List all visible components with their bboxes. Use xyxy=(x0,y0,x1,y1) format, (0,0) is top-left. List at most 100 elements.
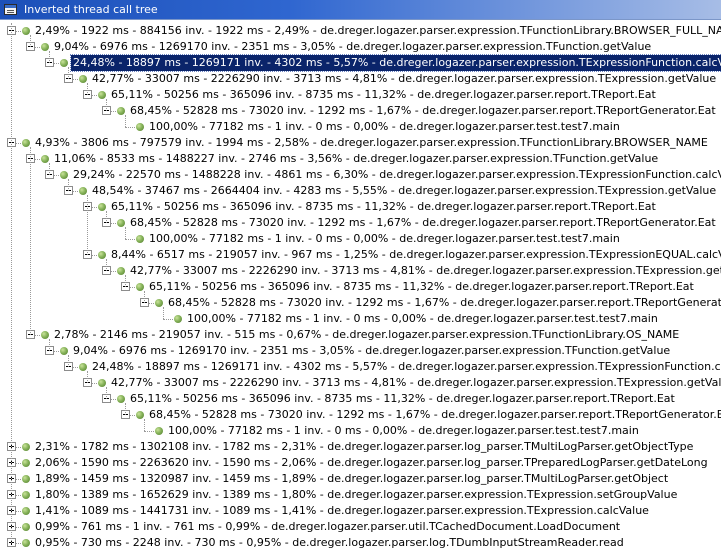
method-node-icon xyxy=(98,203,106,211)
tree-node-label[interactable]: 0,95% - 730 ms - 2248 inv. - 730 ms - 0,… xyxy=(33,535,626,551)
tree-row[interactable]: 2,06% - 1590 ms - 2263620 inv. - 1590 ms… xyxy=(0,455,721,471)
tree-node-label[interactable]: 4,93% - 3806 ms - 797579 inv. - 1994 ms … xyxy=(33,135,710,151)
tree-row[interactable]: 4,93% - 3806 ms - 797579 inv. - 1994 ms … xyxy=(0,135,721,151)
tree-node-label[interactable]: 65,11% - 50256 ms - 365096 inv. - 8735 m… xyxy=(109,199,658,215)
tree-row[interactable]: 1,89% - 1459 ms - 1320987 inv. - 1459 ms… xyxy=(0,471,721,487)
method-node-icon xyxy=(136,411,144,419)
method-node-icon xyxy=(136,235,144,243)
tree-guide-line xyxy=(163,307,164,319)
tree-node-label[interactable]: 65,11% - 50256 ms - 365096 inv. - 8735 m… xyxy=(147,279,696,295)
tree-row[interactable]: 24,48% - 18897 ms - 1269171 inv. - 4302 … xyxy=(0,359,721,375)
method-node-icon xyxy=(174,315,182,323)
method-node-icon xyxy=(117,219,125,227)
tree-guide-line xyxy=(144,419,145,431)
tree-row[interactable]: 2,31% - 1782 ms - 1302108 inv. - 1782 ms… xyxy=(0,439,721,455)
tree-row[interactable]: 100,00% - 77182 ms - 1 inv. - 0 ms - 0,0… xyxy=(0,311,721,327)
tree-row[interactable]: 9,04% - 6976 ms - 1269170 inv. - 2351 ms… xyxy=(0,343,721,359)
tree-node-label[interactable]: 2,31% - 1782 ms - 1302108 inv. - 1782 ms… xyxy=(33,439,695,455)
tree-row[interactable]: 11,06% - 8533 ms - 1488227 inv. - 2746 m… xyxy=(0,151,721,167)
method-node-icon xyxy=(22,459,30,467)
tree-node-label[interactable]: 2,06% - 1590 ms - 2263620 inv. - 1590 ms… xyxy=(33,455,710,471)
tree-node-label[interactable]: 11,06% - 8533 ms - 1488227 inv. - 2746 m… xyxy=(52,151,660,167)
tree-node-label[interactable]: 65,11% - 50256 ms - 365096 inv. - 8735 m… xyxy=(128,391,677,407)
tree-node-label[interactable]: 100,00% - 77182 ms - 1 inv. - 0 ms - 0,0… xyxy=(185,311,660,327)
tree-guide-line xyxy=(106,259,107,271)
tree-row[interactable]: 65,11% - 50256 ms - 365096 inv. - 8735 m… xyxy=(0,391,721,407)
tree-guide-line xyxy=(144,291,145,303)
tree-connector xyxy=(125,127,135,128)
tree-node-label[interactable]: 42,77% - 33007 ms - 2226290 inv. - 3713 … xyxy=(128,263,721,279)
call-tree[interactable]: 2,49% - 1922 ms - 884156 inv. - 1922 ms … xyxy=(0,23,721,553)
tree-node-label[interactable]: 24,48% - 18897 ms - 1269171 inv. - 4302 … xyxy=(70,54,721,72)
tree-node-label[interactable]: 42,77% - 33007 ms - 2226290 inv. - 3713 … xyxy=(109,375,721,391)
tree-guide-line xyxy=(106,211,107,223)
tree-guide-line xyxy=(106,99,107,111)
tree-row[interactable]: 42,77% - 33007 ms - 2226290 inv. - 3713 … xyxy=(0,263,721,279)
tree-row[interactable]: 2,49% - 1922 ms - 884156 inv. - 1922 ms … xyxy=(0,23,721,39)
tree-node-label[interactable]: 1,80% - 1389 ms - 1652629 inv. - 1389 ms… xyxy=(33,487,679,503)
method-node-icon xyxy=(41,43,49,51)
tree-connector xyxy=(144,431,154,432)
tree-node-label[interactable]: 2,78% - 2146 ms - 219057 inv. - 515 ms -… xyxy=(52,327,681,343)
tree-connector xyxy=(125,239,135,240)
tree-guide-line xyxy=(125,227,126,239)
tree-row[interactable]: 68,45% - 52828 ms - 73020 inv. - 1292 ms… xyxy=(0,103,721,119)
tree-guide-line xyxy=(68,179,69,191)
tree-node-label[interactable]: 68,45% - 52828 ms - 73020 inv. - 1292 ms… xyxy=(166,295,721,311)
method-node-icon xyxy=(22,27,30,35)
tree-node-label[interactable]: 100,00% - 77182 ms - 1 inv. - 0 ms - 0,0… xyxy=(147,119,622,135)
tree-row[interactable]: 9,04% - 6976 ms - 1269170 inv. - 2351 ms… xyxy=(0,39,721,55)
tree-row[interactable]: 0,95% - 730 ms - 2248 inv. - 730 ms - 0,… xyxy=(0,535,721,551)
method-node-icon xyxy=(79,363,87,371)
tree-row[interactable]: 1,41% - 1089 ms - 1441731 inv. - 1089 ms… xyxy=(0,503,721,519)
tree-row[interactable]: 100,00% - 77182 ms - 1 inv. - 0 ms - 0,0… xyxy=(0,423,721,439)
tree-node-label[interactable]: 9,04% - 6976 ms - 1269170 inv. - 2351 ms… xyxy=(71,343,672,359)
tree-row[interactable]: 48,54% - 37467 ms - 2664404 inv. - 4283 … xyxy=(0,183,721,199)
tree-node-label[interactable]: 48,54% - 37467 ms - 2664404 inv. - 4283 … xyxy=(90,183,718,199)
tree-guide-line xyxy=(68,67,69,79)
title-bar: Inverted thread call tree xyxy=(0,0,721,20)
tree-node-label[interactable]: 0,99% - 761 ms - 1 inv. - 761 ms - 0,99%… xyxy=(33,519,622,535)
tree-row[interactable]: 1,80% - 1389 ms - 1652629 inv. - 1389 ms… xyxy=(0,487,721,503)
tree-node-label[interactable]: 100,00% - 77182 ms - 1 inv. - 0 ms - 0,0… xyxy=(147,231,622,247)
method-node-icon xyxy=(60,347,68,355)
tree-node-label[interactable]: 100,00% - 77182 ms - 1 inv. - 0 ms - 0,0… xyxy=(166,423,641,439)
tree-row[interactable]: 65,11% - 50256 ms - 365096 inv. - 8735 m… xyxy=(0,279,721,295)
method-node-icon xyxy=(22,491,30,499)
tree-node-label[interactable]: 24,48% - 18897 ms - 1269171 inv. - 4302 … xyxy=(90,359,721,375)
tree-node-label[interactable]: 68,45% - 52828 ms - 73020 inv. - 1292 ms… xyxy=(147,407,721,423)
tree-node-label[interactable]: 29,24% - 22570 ms - 1488228 inv. - 4861 … xyxy=(71,167,721,183)
tree-node-label[interactable]: 2,49% - 1922 ms - 884156 inv. - 1922 ms … xyxy=(33,23,721,39)
tree-guide-line xyxy=(125,115,126,127)
tree-node-label[interactable]: 65,11% - 50256 ms - 365096 inv. - 8735 m… xyxy=(109,87,658,103)
tree-row[interactable]: 0,99% - 761 ms - 1 inv. - 761 ms - 0,99%… xyxy=(0,519,721,535)
tree-node-label[interactable]: 68,45% - 52828 ms - 73020 inv. - 1292 ms… xyxy=(128,215,718,231)
tree-row[interactable]: 68,45% - 52828 ms - 73020 inv. - 1292 ms… xyxy=(0,407,721,423)
method-node-icon xyxy=(79,75,87,83)
tree-guide-line xyxy=(49,51,50,63)
tree-row[interactable]: 24,48% - 18897 ms - 1269171 inv. - 4302 … xyxy=(0,54,721,72)
tree-row[interactable]: 68,45% - 52828 ms - 73020 inv. - 1292 ms… xyxy=(0,215,721,231)
tree-row[interactable]: 100,00% - 77182 ms - 1 inv. - 0 ms - 0,0… xyxy=(0,119,721,135)
tree-node-label[interactable]: 1,41% - 1089 ms - 1441731 inv. - 1089 ms… xyxy=(33,503,651,519)
tree-row[interactable]: 42,77% - 33007 ms - 2226290 inv. - 3713 … xyxy=(0,375,721,391)
tree-row[interactable]: 29,24% - 22570 ms - 1488228 inv. - 4861 … xyxy=(0,167,721,183)
tree-guide-line xyxy=(49,339,50,351)
tree-guide-line xyxy=(125,275,126,287)
tree-node-label[interactable]: 1,89% - 1459 ms - 1320987 inv. - 1459 ms… xyxy=(33,471,670,487)
tree-node-label[interactable]: 8,44% - 6517 ms - 219057 inv. - 967 ms -… xyxy=(109,247,721,263)
method-node-icon xyxy=(60,59,68,67)
tree-row[interactable]: 68,45% - 52828 ms - 73020 inv. - 1292 ms… xyxy=(0,295,721,311)
tree-node-label[interactable]: 9,04% - 6976 ms - 1269170 inv. - 2351 ms… xyxy=(52,39,653,55)
tree-node-label[interactable]: 68,45% - 52828 ms - 73020 inv. - 1292 ms… xyxy=(128,103,718,119)
method-node-icon xyxy=(117,395,125,403)
tree-row[interactable]: 65,11% - 50256 ms - 365096 inv. - 8735 m… xyxy=(0,199,721,215)
tree-row[interactable]: 2,78% - 2146 ms - 219057 inv. - 515 ms -… xyxy=(0,327,721,343)
tree-node-label[interactable]: 42,77% - 33007 ms - 2226290 inv. - 3713 … xyxy=(90,71,718,87)
method-node-icon xyxy=(22,539,30,547)
method-node-icon xyxy=(22,475,30,483)
tree-row[interactable]: 65,11% - 50256 ms - 365096 inv. - 8735 m… xyxy=(0,87,721,103)
tree-row[interactable]: 8,44% - 6517 ms - 219057 inv. - 967 ms -… xyxy=(0,247,721,263)
tree-row[interactable]: 42,77% - 33007 ms - 2226290 inv. - 3713 … xyxy=(0,71,721,87)
tree-row[interactable]: 100,00% - 77182 ms - 1 inv. - 0 ms - 0,0… xyxy=(0,231,721,247)
